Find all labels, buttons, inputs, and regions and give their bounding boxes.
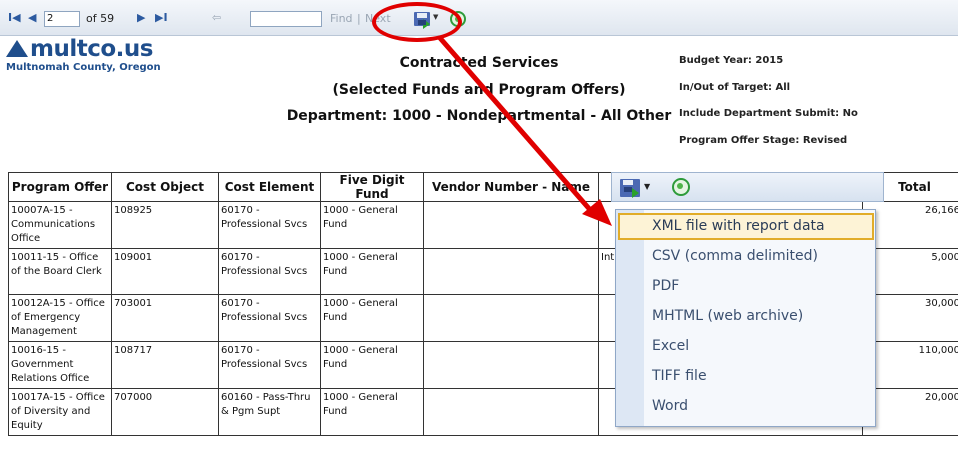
cell-program-offer: 10012A-15 - Office of Emergency Manageme… (8, 294, 112, 342)
report-title: Contracted Services (399, 55, 559, 71)
page-count: of 59 (86, 12, 115, 25)
cell-total: 30,000 (862, 294, 958, 342)
cell-total: 110,000 (862, 341, 958, 389)
menu-item-pdf[interactable]: PDF (652, 278, 679, 294)
cell-cost-object: 108717 (111, 341, 219, 389)
cell-cost-element: 60170 - Professional Svcs (218, 341, 321, 389)
first-page-icon[interactable]: I◀ (8, 11, 21, 24)
back-icon[interactable]: ⇦ (212, 11, 221, 24)
cell-cost-object: 109001 (111, 248, 219, 295)
cell-vendor (423, 341, 599, 389)
annotation-circle (372, 2, 462, 42)
cell-fund: 1000 - General Fund (320, 341, 424, 389)
menu-gutter (616, 210, 644, 426)
report-subtitle: (Selected Funds and Program Offers) (332, 82, 626, 98)
col-cost-element: Cost Element (218, 172, 321, 202)
meta-budget-year: Budget Year: 2015 (679, 55, 784, 66)
find-input[interactable] (250, 11, 322, 27)
cell-vendor (423, 248, 599, 295)
cell-program-offer: 10016-15 - Government Relations Office (8, 341, 112, 389)
col-five-digit-fund: Five Digit Fund (320, 172, 424, 202)
menu-item-csv[interactable]: CSV (comma delimited) (652, 248, 818, 264)
export-format-menu: XML file with report data CSV (comma del… (615, 209, 876, 427)
export-chevron-down-icon[interactable]: ▼ (644, 182, 650, 191)
cell-vendor (423, 201, 599, 249)
meta-target: In/Out of Target: All (679, 82, 791, 93)
menu-item-tiff[interactable]: TIFF file (652, 368, 707, 384)
cell-cost-element: 60170 - Professional Svcs (218, 294, 321, 342)
cell-total: 20,000 (862, 388, 958, 436)
last-page-icon[interactable]: ▶I (155, 11, 168, 24)
cell-cost-object: 108925 (111, 201, 219, 249)
refresh-icon-large[interactable] (672, 178, 690, 196)
meta-dept-submit: Include Department Submit: No (679, 108, 858, 119)
menu-item-xml[interactable]: XML file with report data (652, 218, 825, 234)
cell-cost-element: 60160 - Pass-Thru & Pgm Supt (218, 388, 321, 436)
meta-offer-stage: Program Offer Stage: Revised (679, 135, 848, 146)
cell-fund: 1000 - General Fund (320, 388, 424, 436)
cell-cost-object: 707000 (111, 388, 219, 436)
cell-cost-element: 60170 - Professional Svcs (218, 248, 321, 295)
export-toolbar-zoom: ▼ (611, 172, 884, 202)
toolbar-separator: | (357, 12, 361, 25)
cell-fund: 1000 - General Fund (320, 294, 424, 342)
export-save-icon-large[interactable] (620, 179, 640, 198)
cell-program-offer: 10007A-15 - Communications Office (8, 201, 112, 249)
report-toolbar: I◀ ◀ 2 of 59 ▶ ▶I ⇦ Find | Next ▼ (0, 0, 958, 36)
next-page-icon[interactable]: ▶ (137, 11, 145, 24)
cell-total: 26,166 (862, 201, 958, 249)
cell-cost-element: 60170 - Professional Svcs (218, 201, 321, 249)
page-number-input[interactable]: 2 (44, 11, 80, 27)
previous-page-icon[interactable]: ◀ (28, 11, 36, 24)
col-vendor: Vendor Number - Name (423, 172, 599, 202)
col-cost-object: Cost Object (111, 172, 219, 202)
cell-fund: 1000 - General Fund (320, 248, 424, 295)
menu-item-word[interactable]: Word (652, 398, 688, 414)
col-program-offer: Program Offer (8, 172, 112, 202)
cell-vendor (423, 294, 599, 342)
cell-vendor (423, 388, 599, 436)
cell-total: 5,000 (862, 248, 958, 295)
menu-item-mhtml[interactable]: MHTML (web archive) (652, 308, 803, 324)
cell-program-offer: 10017A-15 - Office of Diversity and Equi… (8, 388, 112, 436)
cell-cost-object: 703001 (111, 294, 219, 342)
cell-program-offer: 10011-15 - Office of the Board Clerk (8, 248, 112, 295)
find-link[interactable]: Find (330, 12, 353, 25)
cell-fund: 1000 - General Fund (320, 201, 424, 249)
menu-item-excel[interactable]: Excel (652, 338, 689, 354)
